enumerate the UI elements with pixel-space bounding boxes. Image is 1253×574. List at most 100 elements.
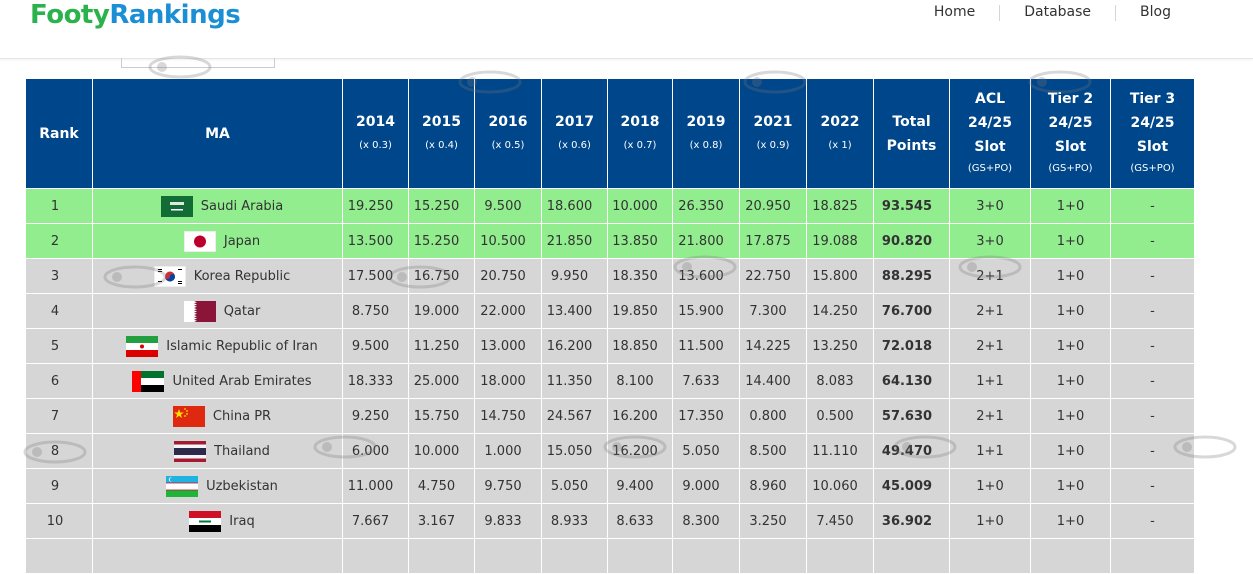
country-cell[interactable]: Saudi Arabia bbox=[92, 188, 343, 224]
header-year-coefficient: (x 0.6) bbox=[558, 139, 591, 151]
country-name[interactable]: Islamic Republic of Iran bbox=[166, 339, 317, 354]
logo-part-rankings: Rankings bbox=[109, 0, 241, 30]
year-points-cell: 15.900 bbox=[672, 293, 740, 329]
header-year-2022[interactable]: 2022 (x 1) bbox=[806, 78, 874, 189]
year-points-cell: 20.950 bbox=[739, 188, 807, 224]
country-cell[interactable]: Iraq bbox=[92, 503, 343, 539]
header-year-2017[interactable]: 2017 (x 0.6) bbox=[541, 78, 608, 189]
year-points-cell: 25.000 bbox=[408, 363, 475, 399]
header-year-2018[interactable]: 2018 (x 0.7) bbox=[607, 78, 673, 189]
country-cell[interactable]: United Arab Emirates bbox=[92, 363, 343, 399]
total-points-cell: 64.130 bbox=[873, 363, 950, 399]
table-cell bbox=[806, 538, 874, 574]
table-row[interactable]: 4 Qatar 8.750 19.000 22.000 13.400 19.850 15.90… bbox=[25, 293, 1195, 329]
country-cell[interactable]: Islamic Republic of Iran bbox=[92, 328, 343, 364]
header-year-label: 2021 bbox=[753, 113, 793, 130]
country-cell[interactable]: Korea Republic bbox=[92, 258, 343, 294]
country-name[interactable]: China PR bbox=[213, 409, 271, 424]
year-points-cell: 18.000 bbox=[474, 363, 542, 399]
year-points-cell: 18.333 bbox=[342, 363, 409, 399]
header-ma[interactable]: MA bbox=[92, 78, 343, 189]
header-rank[interactable]: Rank bbox=[25, 78, 93, 189]
total-points-cell: 90.820 bbox=[873, 223, 950, 259]
nav-database-link[interactable]: Database bbox=[1000, 4, 1115, 21]
country-name[interactable]: Saudi Arabia bbox=[201, 199, 284, 214]
table-row[interactable]: 2 Japan 13.500 15.250 10.500 21.850 13.850 21.8… bbox=[25, 223, 1195, 259]
tier3-slot-cell: - bbox=[1110, 188, 1195, 224]
country-name[interactable]: Uzbekistan bbox=[206, 479, 278, 494]
logo-part-footy: Footy bbox=[30, 0, 110, 30]
nav-blog-link[interactable]: Blog bbox=[1116, 4, 1195, 21]
rank-cell: 7 bbox=[25, 398, 93, 434]
country-name[interactable]: Japan bbox=[224, 234, 260, 249]
nav-home-link[interactable]: Home bbox=[910, 4, 999, 21]
country-cell[interactable]: Qatar bbox=[92, 293, 343, 329]
country-name[interactable]: Korea Republic bbox=[194, 269, 291, 284]
header-year-coefficient: (x 0.7) bbox=[623, 139, 657, 151]
table-row[interactable]: 7 China PR 9.250 15.750 14.750 24.567 16.200 17… bbox=[25, 398, 1195, 434]
ranking-table: Rank MA 2014 (x 0.3) 2015 (x 0.4) 2016 (x 0.5… bbox=[25, 78, 1195, 574]
header-year-2021[interactable]: 2021 (x 0.9) bbox=[739, 78, 807, 189]
table-row[interactable]: 1 Saudi Arabia 19.250 15.250 9.500 18.600 10.0… bbox=[25, 188, 1195, 224]
header-year-2015[interactable]: 2015 (x 0.4) bbox=[408, 78, 475, 189]
header-year-2019[interactable]: 2019 (x 0.8) bbox=[672, 78, 740, 189]
header-year-2014[interactable]: 2014 (x 0.3) bbox=[342, 78, 409, 189]
country-cell[interactable]: Thailand bbox=[92, 433, 343, 469]
tier3-slot-cell: - bbox=[1110, 468, 1195, 504]
header-acl-slot[interactable]: ACL 24/25 Slot (GS+PO) bbox=[949, 78, 1031, 189]
table-row[interactable]: 3 Korea Republic 17.500 16.750 20.750 9.950 18… bbox=[25, 258, 1195, 294]
header-tier2-line: Tier 2 bbox=[1047, 90, 1094, 107]
year-points-cell: 13.850 bbox=[607, 223, 673, 259]
header-tier3-slot[interactable]: Tier 3 24/25 Slot (GS+PO) bbox=[1110, 78, 1195, 189]
total-points-cell: 49.470 bbox=[873, 433, 950, 469]
year-points-cell: 21.850 bbox=[541, 223, 608, 259]
iran-flag-icon bbox=[126, 335, 159, 357]
table-row[interactable]: 8 Thailand 6.000 10.000 1.000 15.050 16.200 5.0… bbox=[25, 433, 1195, 469]
country-cell[interactable]: China PR bbox=[92, 398, 343, 434]
year-points-cell: 15.250 bbox=[408, 188, 475, 224]
site-logo[interactable]: FootyRankings bbox=[30, 0, 241, 30]
header-year-2016[interactable]: 2016 (x 0.5) bbox=[474, 78, 542, 189]
tier3-slot-cell: - bbox=[1110, 293, 1195, 329]
year-points-cell: 9.250 bbox=[342, 398, 409, 434]
country-name[interactable]: Thailand bbox=[214, 444, 270, 459]
year-points-cell: 9.833 bbox=[474, 503, 542, 539]
header-total-points[interactable]: Total Points bbox=[873, 78, 950, 189]
header-acl-line: ACL bbox=[974, 90, 1006, 107]
header-tier2-slot[interactable]: Tier 2 24/25 Slot (GS+PO) bbox=[1030, 78, 1111, 189]
country-name[interactable]: Iraq bbox=[229, 514, 254, 529]
year-points-cell: 6.000 bbox=[342, 433, 409, 469]
year-points-cell: 14.400 bbox=[739, 363, 807, 399]
table-cell bbox=[739, 538, 807, 574]
table-cell bbox=[541, 538, 608, 574]
country-cell[interactable]: Japan bbox=[92, 223, 343, 259]
header-acl-line: Slot bbox=[974, 138, 1006, 155]
country-name[interactable]: United Arab Emirates bbox=[172, 374, 311, 389]
year-points-cell: 19.250 bbox=[342, 188, 409, 224]
table-cell bbox=[873, 538, 950, 574]
tier2-slot-cell: 1+0 bbox=[1030, 223, 1111, 259]
header-tier3-line: Tier 3 bbox=[1129, 90, 1176, 107]
acl-slot-cell: 3+0 bbox=[949, 223, 1031, 259]
year-points-cell: 9.750 bbox=[474, 468, 542, 504]
country-name[interactable]: Qatar bbox=[224, 304, 261, 319]
year-points-cell: 19.000 bbox=[408, 293, 475, 329]
tier3-slot-cell: - bbox=[1110, 398, 1195, 434]
acl-slot-cell: 1+1 bbox=[949, 363, 1031, 399]
table-row[interactable]: 9 Uzbekistan 11.000 4.750 9.750 5.050 9.400 9.0… bbox=[25, 468, 1195, 504]
header-year-label: 2014 bbox=[356, 113, 395, 130]
table-cell bbox=[25, 538, 93, 574]
total-points-cell: 45.009 bbox=[873, 468, 950, 504]
year-points-cell: 3.167 bbox=[408, 503, 475, 539]
header-acl-sub: (GS+PO) bbox=[967, 162, 1013, 174]
table-row[interactable]: 6 United Arab Emirates 18.333 25.000 18.000 1… bbox=[25, 363, 1195, 399]
table-row[interactable]: 10 Iraq 7.667 3.167 9.833 8.933 8.633 8.300 3.25… bbox=[25, 503, 1195, 539]
rank-cell: 4 bbox=[25, 293, 93, 329]
tier3-slot-cell: - bbox=[1110, 258, 1195, 294]
acl-slot-cell: 1+1 bbox=[949, 433, 1031, 469]
acl-slot-cell: 3+0 bbox=[949, 188, 1031, 224]
country-cell[interactable]: Uzbekistan bbox=[92, 468, 343, 504]
table-row[interactable]: 5 Islamic Republic of Iran 9.500 11.250 13.0… bbox=[25, 328, 1195, 364]
year-points-cell: 10.500 bbox=[474, 223, 542, 259]
uzbekistan-flag-icon bbox=[166, 475, 199, 497]
